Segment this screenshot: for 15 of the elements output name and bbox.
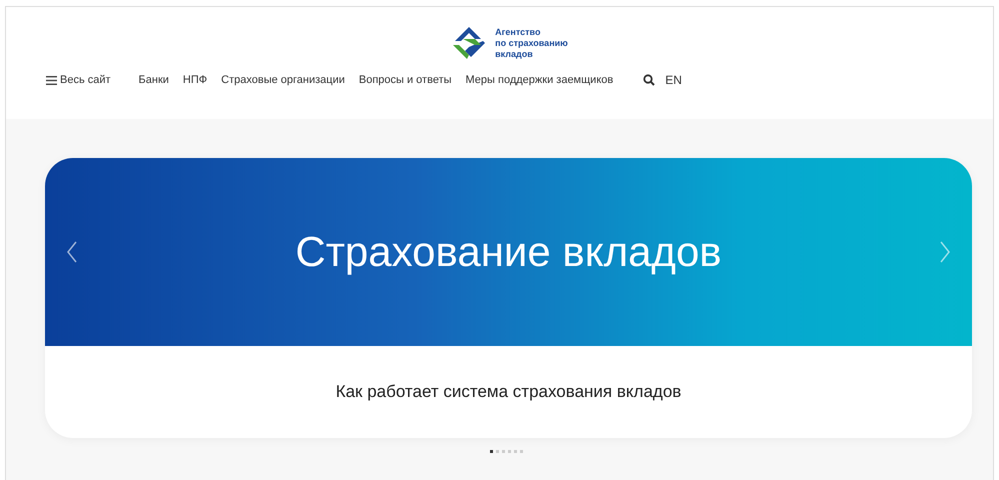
- nav-link[interactable]: Меры поддержки заемщиков: [466, 74, 614, 86]
- logo-text: Агентство: [495, 26, 542, 38]
- menu-icon: [46, 76, 57, 84]
- slide-caption: Как работает система страхования вкладов: [336, 382, 682, 402]
- nav-link[interactable]: НПФ: [182, 74, 208, 86]
- language-link[interactable]: EN: [665, 73, 682, 87]
- nav-link[interactable]: Вопросы и ответы: [358, 74, 452, 86]
- search-icon[interactable]: [643, 74, 656, 86]
- logo-text: по страхованию: [495, 38, 568, 48]
- nav-link[interactable]: Банки: [138, 74, 169, 86]
- logo-text: вкладов: [495, 48, 534, 60]
- slide-title: Страхование вкладов: [295, 228, 722, 276]
- logo-icon: [451, 25, 488, 61]
- nav-link[interactable]: Страховые организации: [221, 74, 345, 86]
- menu-button[interactable]: Весь сайт: [46, 74, 111, 86]
